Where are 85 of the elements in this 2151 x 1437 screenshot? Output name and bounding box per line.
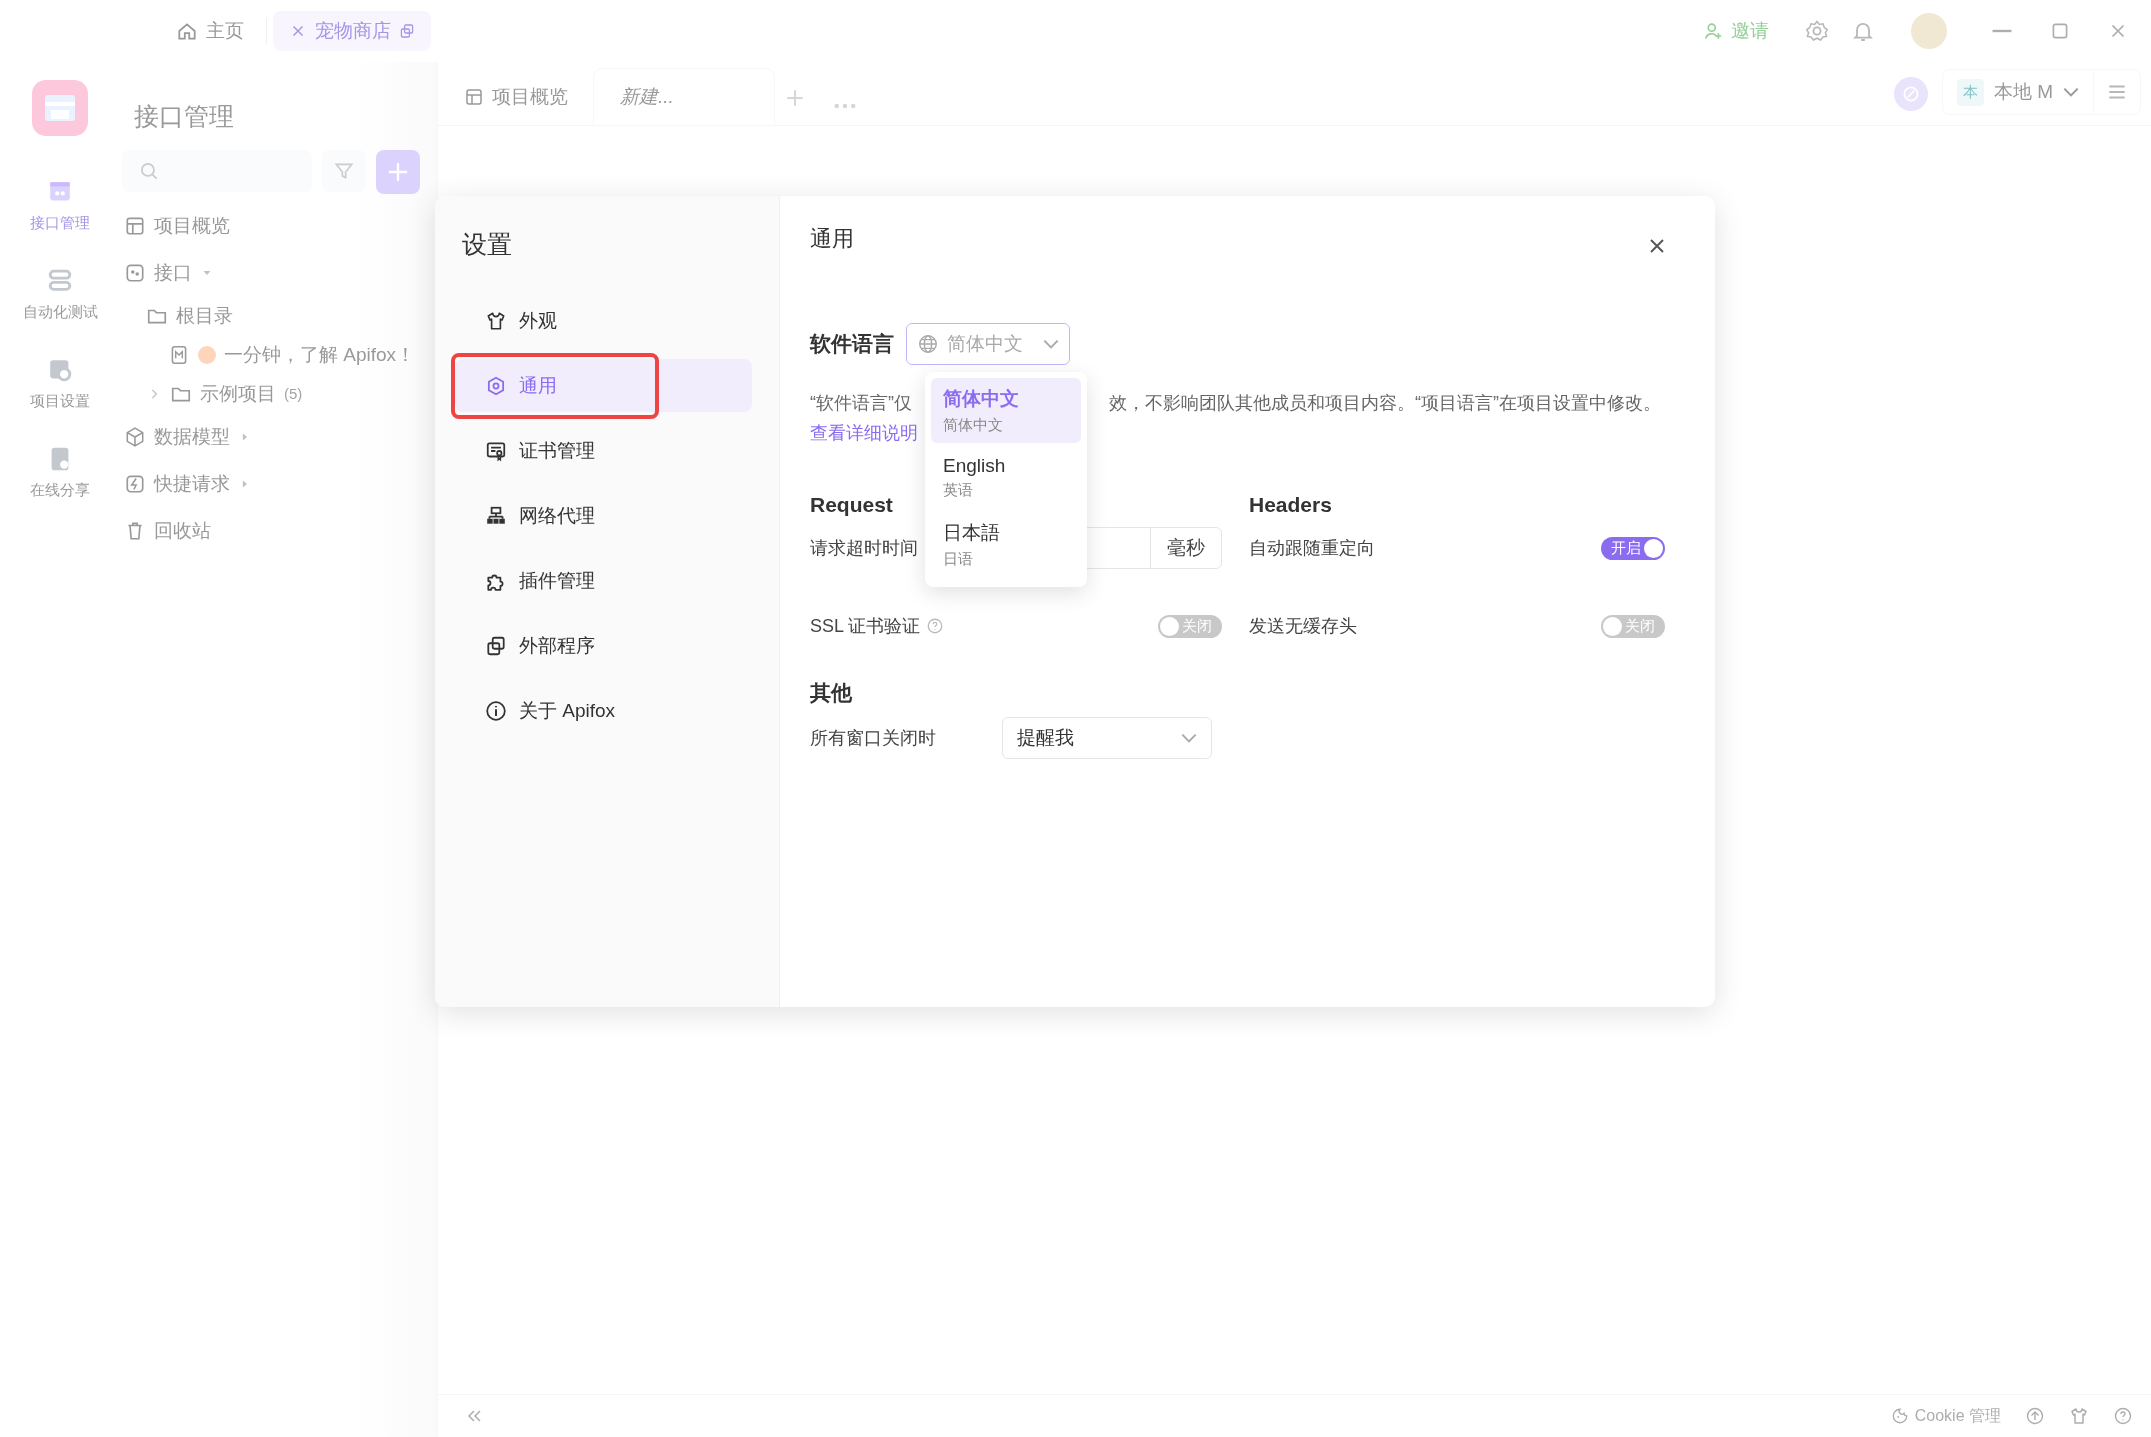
fox-icon [198,345,216,364]
cookie-button[interactable]: Cookie 管理 [1890,1405,2001,1427]
details-link[interactable]: 查看详细说明 [810,421,918,445]
language-option[interactable]: English 英语 [931,447,1081,508]
tree-item[interactable]: 示例项目 [200,380,276,407]
help-icon [2113,1406,2133,1426]
language-select[interactable]: 简体中文 [906,323,1070,365]
plus-icon [784,87,806,109]
layout-icon [464,87,484,107]
settings-menu-item[interactable]: 插件管理 [455,554,752,607]
editor-tab[interactable]: 项目概览 [438,69,594,125]
panel-title: 接口管理 [134,101,235,132]
environment-badge: 本 [1956,78,1984,106]
upload-icon [2025,1406,2045,1426]
tree-item[interactable]: 根目录 [176,302,233,329]
minimize-button[interactable] [1991,29,2013,33]
add-button[interactable] [376,150,420,194]
editor-tab[interactable]: 新建... [594,69,774,125]
more-icon [834,103,856,109]
section-title: 其他 [810,680,853,706]
shirt-icon [2069,1406,2089,1426]
language-option[interactable]: 简体中文 简体中文 [931,378,1081,443]
search-icon [138,160,160,182]
tree-item[interactable]: 项目概览 [154,212,230,239]
toggle-switch[interactable]: 开启 [1601,536,1665,560]
tree-item[interactable]: 一分钟，了解 Apifox！ [224,341,416,368]
unit-label: 毫秒 [1150,528,1221,568]
cookie-icon [1890,1407,1909,1425]
close-action-select[interactable]: 提醒我 [1002,717,1212,759]
field-label: 所有窗口关闭时 [810,727,936,750]
general-icon [485,374,507,397]
settings-menu-item[interactable]: 外观 [455,294,752,347]
nav-item[interactable]: 接口管理 [30,178,90,233]
sync-icon[interactable] [1893,77,1928,111]
window-tab[interactable]: 宠物商店 [273,11,431,51]
field-label: 软件语言 [810,331,894,357]
more-button[interactable] [834,103,856,109]
search-field[interactable] [122,150,312,192]
settings-menu-item[interactable]: 外部程序 [455,619,752,672]
lightning-icon [124,472,146,495]
settings-menu-item[interactable]: 网络代理 [455,489,752,542]
window-tab[interactable]: 主页 [160,11,260,51]
external-link-icon [399,23,415,39]
section-title: Headers [1249,493,1332,518]
setting-label: 自动跟随重定向 [1249,537,1375,560]
layout-icon [124,214,146,237]
environment-name: 本地 M [1993,80,2053,104]
chevron-down-icon [1181,733,1197,743]
info-icon [485,699,507,722]
settings-menu-item[interactable]: 关于 Apifox [455,684,752,737]
setting-label: SSL 证书验证 [810,615,921,638]
description-text: 效，不影响团队其他成员和项目内容。“项目语言”在项目设置中修改。 [1109,392,1661,415]
settings-menu-item[interactable]: 通用 [455,359,752,412]
minimize-icon [1991,29,2013,33]
settings-icon [1805,19,1829,43]
new-tab-button[interactable] [784,87,806,109]
filter-button[interactable] [322,150,366,192]
globe-icon [917,333,939,355]
network-icon [485,504,507,527]
avatar[interactable] [1911,13,1947,49]
nav-item[interactable]: 项目设置 [30,356,90,411]
chevron-down-icon [2063,87,2079,97]
setting-label: 请求超时时间 [810,537,918,560]
section-title: Request [810,493,893,518]
tree-item[interactable]: 回收站 [154,517,211,544]
nav-item[interactable]: 自动化测试 [22,267,98,322]
chevron-down-icon [1043,339,1059,349]
cube-icon [124,425,146,448]
app-logo [32,80,88,136]
shirt-icon [485,309,507,332]
windows-icon [485,634,507,657]
api-icon [124,261,146,284]
setting-label: 发送无缓存头 [1249,615,1357,638]
nav-item[interactable]: 在线分享 [30,445,90,500]
item-count: (5) [284,385,303,402]
dialog-title: 设置 [462,229,513,260]
invite-button[interactable]: 邀请 [1697,17,1775,45]
description-text: “软件语言”仅 [810,392,912,415]
tree-item[interactable]: 快捷请求 [154,470,230,497]
tree-item[interactable]: 数据模型 [154,423,230,450]
tree-item[interactable]: 接口 [154,259,192,286]
settings-menu-item[interactable]: 证书管理 [455,424,752,477]
language-option[interactable]: 日本語 日语 [931,512,1081,577]
panel-title: 通用 [810,225,854,253]
certificate-icon [485,439,507,462]
